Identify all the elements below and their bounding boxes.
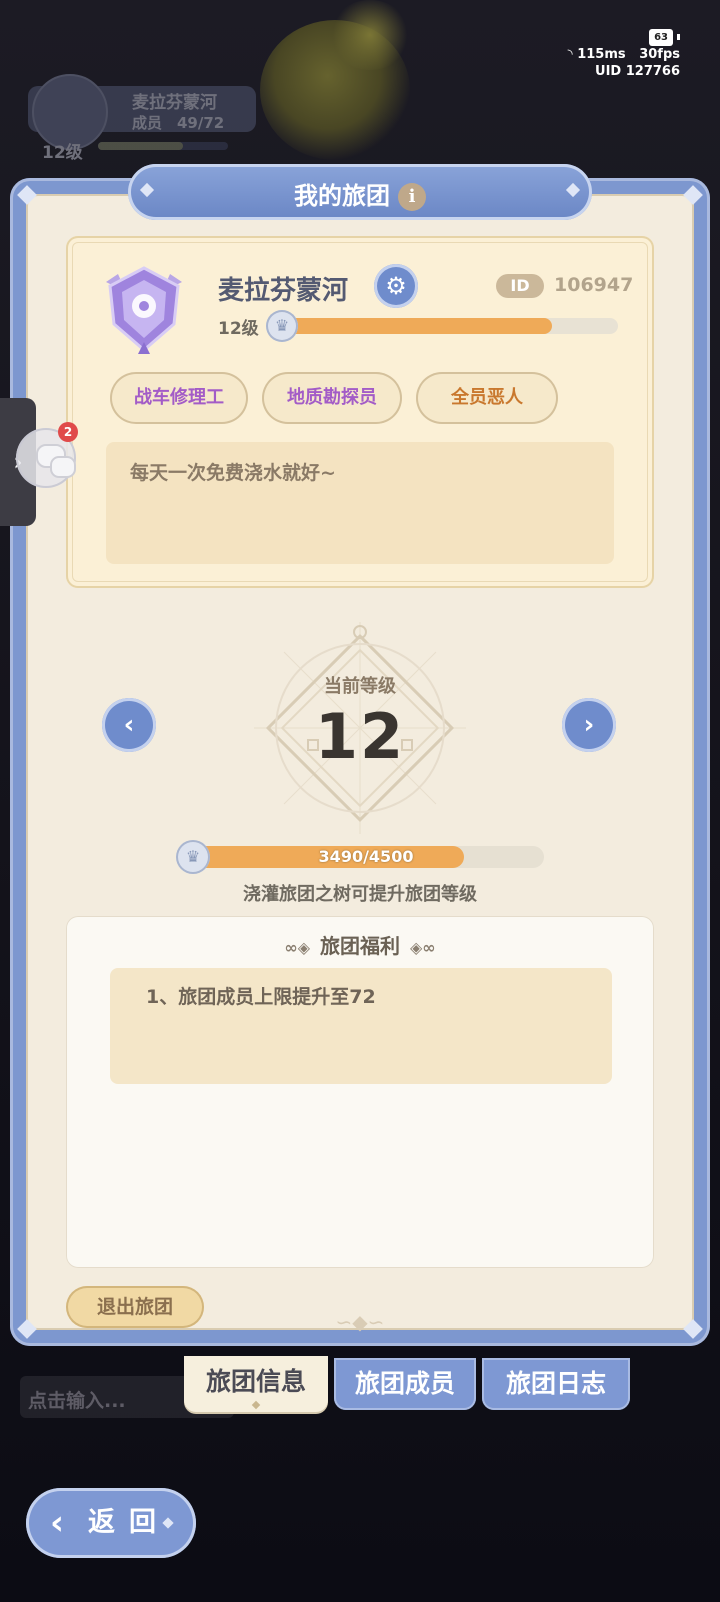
crown-icon: ♛ [266,310,298,342]
benefit-item: 1、旅团成员上限提升至72 [146,986,376,1008]
prev-arrow-icon[interactable]: ‹ [102,698,156,752]
guild-motto-text: 每天一次免费浇水就好~ [130,462,336,484]
guild-chip: 麦拉芬蒙河 成员 49/72 12级 [8,72,258,163]
battery-icon: 63 [649,29,673,46]
info-icon[interactable]: i [398,183,426,211]
xp-progress-text: 3490/4500 [318,847,414,866]
leave-guild-button[interactable]: 退出旅团 [66,1286,204,1328]
background-tree-top [330,0,410,70]
panel-title-bar: 我的旅团 i [128,164,592,220]
guild-chip-progress [98,142,228,150]
gear-icon[interactable]: ⚙ [374,264,418,308]
guild-level-progress-bar [288,318,618,334]
guild-emblem-icon [106,266,182,354]
tab-guild-info-label: 旅团信息 [205,1367,306,1396]
chat-input-placeholder: 点击输入... [28,1390,126,1412]
guild-chip-members: 成员 49/72 [132,114,225,132]
id-tag: ID [496,274,544,298]
uid-label: UID 127766 [595,64,680,79]
ornament-right-icon: ◈∞ [410,938,436,957]
guild-chip-level: 12级 [42,143,83,163]
guild-id-value: 106947 [554,274,634,296]
back-button-label: 返回 [88,1507,170,1538]
benefits-list: 1、旅团成员上限提升至72 [110,968,612,1084]
guild-tag-geologist[interactable]: 地质勘探员 [262,372,402,424]
tab-guild-info[interactable]: 旅团信息 [184,1356,328,1412]
status-bar: 63 ◝ 115ms 30fps UID 127766 [568,28,680,80]
xp-progress-bar: 3490/4500 [188,846,544,868]
guild-tag-vehicle-repair[interactable]: 战车修理工 [110,372,248,424]
tab-guild-members[interactable]: 旅团成员 [334,1358,476,1410]
back-button[interactable]: ‹ 返回 [26,1488,196,1558]
current-level-label: 当前等级 [324,676,396,697]
next-arrow-icon[interactable]: › [562,698,616,752]
tab-active-indicator [251,1400,261,1410]
crown-icon: ♛ [176,840,210,874]
guild-tag-all-villains[interactable]: 全员恶人 [416,372,558,424]
tab-guild-log[interactable]: 旅团日志 [482,1358,630,1410]
guild-level-label: 12级 [218,319,259,339]
ornament-left-icon: ∞◈ [284,938,310,957]
level-hint: 浇灌旅团之树可提升旅团等级 [243,884,477,905]
page-title: 我的旅团 i [128,176,592,211]
guild-name: 麦拉芬蒙河 [218,276,349,306]
guild-chip-name: 麦拉芬蒙河 [132,93,217,113]
bottom-ornament-icon: ∽◆∽ [335,1310,385,1334]
wifi-icon: ◝ [567,47,573,62]
benefits-heading: ∞◈ 旅团福利 ◈∞ [0,930,720,959]
guild-level-progress-fill [288,318,552,334]
network-latency: 115ms [577,47,626,62]
back-arrow-icon: ‹ [50,1503,65,1543]
benefits-title: 旅团福利 [320,934,400,958]
chat-badge: 2 [58,422,78,442]
guild-motto-box: 每天一次免费浇水就好~ [106,442,614,564]
battery-tip [677,33,680,40]
fps-counter: 30fps [639,47,680,62]
page-title-text: 我的旅团 [294,182,390,210]
